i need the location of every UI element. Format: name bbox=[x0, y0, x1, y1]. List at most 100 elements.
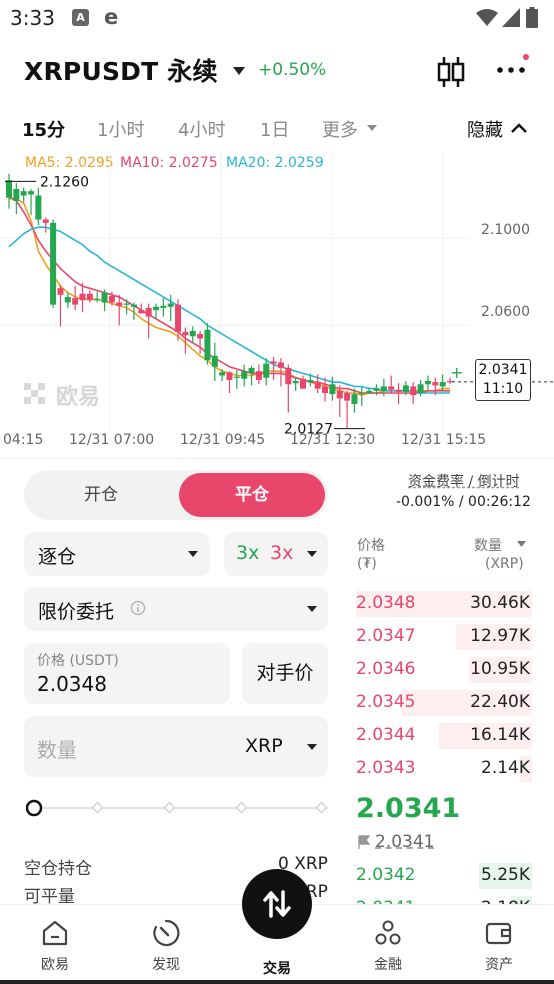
chevron-up-icon[interactable] bbox=[510, 122, 528, 134]
candlestick-chart-icon[interactable] bbox=[436, 54, 466, 90]
bid-row[interactable]: 2.0342 5.25K bbox=[356, 861, 532, 891]
candle-body bbox=[57, 288, 64, 295]
ma20-line bbox=[8, 226, 450, 394]
candle-body bbox=[42, 219, 49, 223]
chevron-down-icon bbox=[307, 551, 317, 557]
candle-body bbox=[344, 393, 351, 401]
more-dropdown-icon[interactable] bbox=[366, 124, 378, 132]
candle-body bbox=[145, 307, 152, 317]
leverage-select[interactable]: 3x 3x bbox=[224, 532, 328, 576]
candle-body bbox=[439, 382, 446, 387]
x-tick: 12/31 07:00 bbox=[69, 432, 155, 448]
candle-body bbox=[64, 297, 71, 303]
ask-row[interactable]: 2.0346 10.95K bbox=[356, 655, 532, 685]
close-position-tab[interactable]: 平仓 bbox=[179, 473, 325, 517]
info-icon[interactable] bbox=[130, 600, 146, 616]
slider-handle bbox=[26, 799, 43, 817]
ask-price: 2.0347 bbox=[356, 626, 416, 646]
price-change: +0.50% bbox=[258, 60, 327, 80]
nav-home[interactable]: 欧易 bbox=[15, 918, 95, 974]
quantity-unit[interactable]: XRP bbox=[245, 735, 283, 757]
tab-1h[interactable]: 1小时 bbox=[97, 116, 144, 142]
candle-body bbox=[167, 303, 174, 307]
candle-body bbox=[108, 295, 115, 303]
tab-1d[interactable]: 1日 bbox=[260, 116, 289, 142]
candle-body bbox=[94, 299, 101, 301]
price-input-label: 价格 (USDT) bbox=[37, 653, 119, 669]
margin-mode-select[interactable]: 逐仓 bbox=[24, 532, 210, 576]
candle-body bbox=[13, 189, 20, 201]
nav-label: 金融 bbox=[374, 957, 402, 973]
nav-assets[interactable]: 资产 bbox=[459, 918, 539, 974]
ask-row[interactable]: 2.0344 16.14K bbox=[356, 721, 532, 751]
candle-body bbox=[358, 393, 365, 395]
ask-qty: 16.14K bbox=[470, 725, 530, 745]
mark-price[interactable]: 2.0341 bbox=[375, 832, 434, 852]
ob-qty-header[interactable]: 数量 bbox=[474, 535, 502, 555]
tab-more[interactable]: 更多 bbox=[322, 116, 358, 142]
candle-body bbox=[116, 302, 123, 306]
divider bbox=[0, 458, 554, 459]
pair-title[interactable]: XRPUSDT 永续 bbox=[24, 52, 218, 88]
hide-chart-button[interactable]: 隐藏 bbox=[467, 116, 503, 142]
price-chart[interactable]: 欧易 2.12602.0127+ bbox=[0, 152, 554, 452]
candle-body bbox=[28, 191, 35, 195]
ob-price-header: 价格 bbox=[357, 538, 385, 554]
tab-15m[interactable]: 15分 bbox=[22, 116, 65, 142]
ask-row[interactable]: 2.0345 22.40K bbox=[356, 688, 532, 718]
ob-unit-dropdown-icon[interactable] bbox=[516, 540, 527, 548]
candle-body bbox=[373, 388, 380, 391]
browser-notification-icon: e bbox=[104, 5, 119, 29]
candle-body bbox=[50, 222, 57, 305]
nav-discover[interactable]: 发现 bbox=[126, 918, 206, 974]
candle-body bbox=[101, 292, 108, 303]
ask-row[interactable]: 2.0348 30.46K bbox=[356, 589, 532, 619]
last-price-tag: 2.0341 11:10 bbox=[475, 359, 531, 401]
ask-qty: 30.46K bbox=[470, 593, 530, 613]
trade-fab[interactable] bbox=[242, 869, 312, 939]
y-tick: 2.1000 bbox=[481, 222, 530, 238]
orderbook-last-price[interactable]: 2.0341 bbox=[356, 793, 460, 824]
candle-body bbox=[255, 371, 262, 380]
nav-finance[interactable]: 金融 bbox=[348, 918, 428, 974]
candle-body bbox=[380, 386, 387, 391]
price-input-value[interactable]: 2.0348 bbox=[37, 672, 107, 696]
compass-icon bbox=[153, 919, 180, 947]
nav-trade-label[interactable]: 交易 bbox=[237, 958, 317, 978]
ask-qty: 12.97K bbox=[470, 626, 530, 646]
funding-rate-label[interactable]: 资金费率 / 倒计时 bbox=[408, 471, 520, 491]
tab-4h[interactable]: 4小时 bbox=[178, 116, 225, 142]
candle-body bbox=[175, 304, 182, 332]
candle-body bbox=[322, 386, 329, 393]
order-type-select[interactable]: 限价委托 bbox=[24, 587, 328, 631]
chevron-down-icon[interactable] bbox=[306, 743, 318, 751]
ask-row[interactable]: 2.0343 2.14K bbox=[356, 754, 532, 784]
counterparty-price-button[interactable]: 对手价 bbox=[242, 643, 328, 704]
more-menu-icon[interactable] bbox=[496, 54, 530, 84]
home-icon bbox=[42, 920, 68, 946]
amount-slider[interactable] bbox=[26, 799, 328, 817]
ask-price: 2.0343 bbox=[356, 758, 416, 778]
candle-body bbox=[292, 381, 299, 384]
battery-icon bbox=[526, 7, 538, 28]
candle-body bbox=[138, 310, 145, 314]
candle-body bbox=[72, 298, 79, 305]
ask-row[interactable]: 2.0347 12.97K bbox=[356, 622, 532, 652]
candle-body bbox=[314, 383, 321, 389]
x-tick: 04:15 bbox=[3, 432, 44, 448]
candle-body bbox=[130, 304, 137, 307]
watermark: 欧易 bbox=[24, 383, 100, 410]
bid-price: 2.0342 bbox=[356, 865, 416, 885]
pair-dropdown-icon[interactable] bbox=[232, 66, 246, 76]
open-position-tab[interactable]: 开仓 bbox=[28, 473, 174, 517]
slider-track bbox=[26, 799, 328, 817]
watermark-text: 欧易 bbox=[56, 384, 100, 410]
candle-body bbox=[197, 334, 204, 339]
ob-qty-unit: (XRP) bbox=[485, 556, 524, 572]
candle-body bbox=[395, 389, 402, 392]
chevron-down-icon bbox=[307, 606, 317, 612]
price-input[interactable]: 价格 (USDT) 2.0348 bbox=[24, 643, 230, 704]
ask-qty: 2.14K bbox=[481, 758, 530, 778]
candle-body bbox=[241, 371, 248, 379]
quantity-input[interactable]: 数量 XRP bbox=[24, 716, 328, 777]
